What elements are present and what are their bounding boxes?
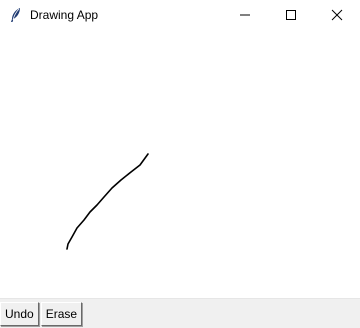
close-icon (331, 9, 343, 21)
app-window: Drawing App Undo Erase (0, 0, 360, 328)
maximize-icon (286, 10, 296, 20)
canvas-drawing (66, 153, 149, 250)
title-bar[interactable]: Drawing App (0, 0, 360, 30)
drawn-stroke (66, 153, 149, 250)
undo-button[interactable]: Undo (0, 302, 39, 326)
minimize-button[interactable] (222, 0, 268, 30)
erase-button[interactable]: Erase (40, 302, 83, 326)
close-button[interactable] (314, 0, 360, 30)
feather-icon (8, 7, 24, 23)
maximize-button[interactable] (268, 0, 314, 30)
window-title: Drawing App (30, 8, 99, 22)
button-bar: Undo Erase (0, 299, 360, 328)
drawing-canvas[interactable] (0, 30, 360, 299)
minimize-icon (240, 14, 250, 16)
